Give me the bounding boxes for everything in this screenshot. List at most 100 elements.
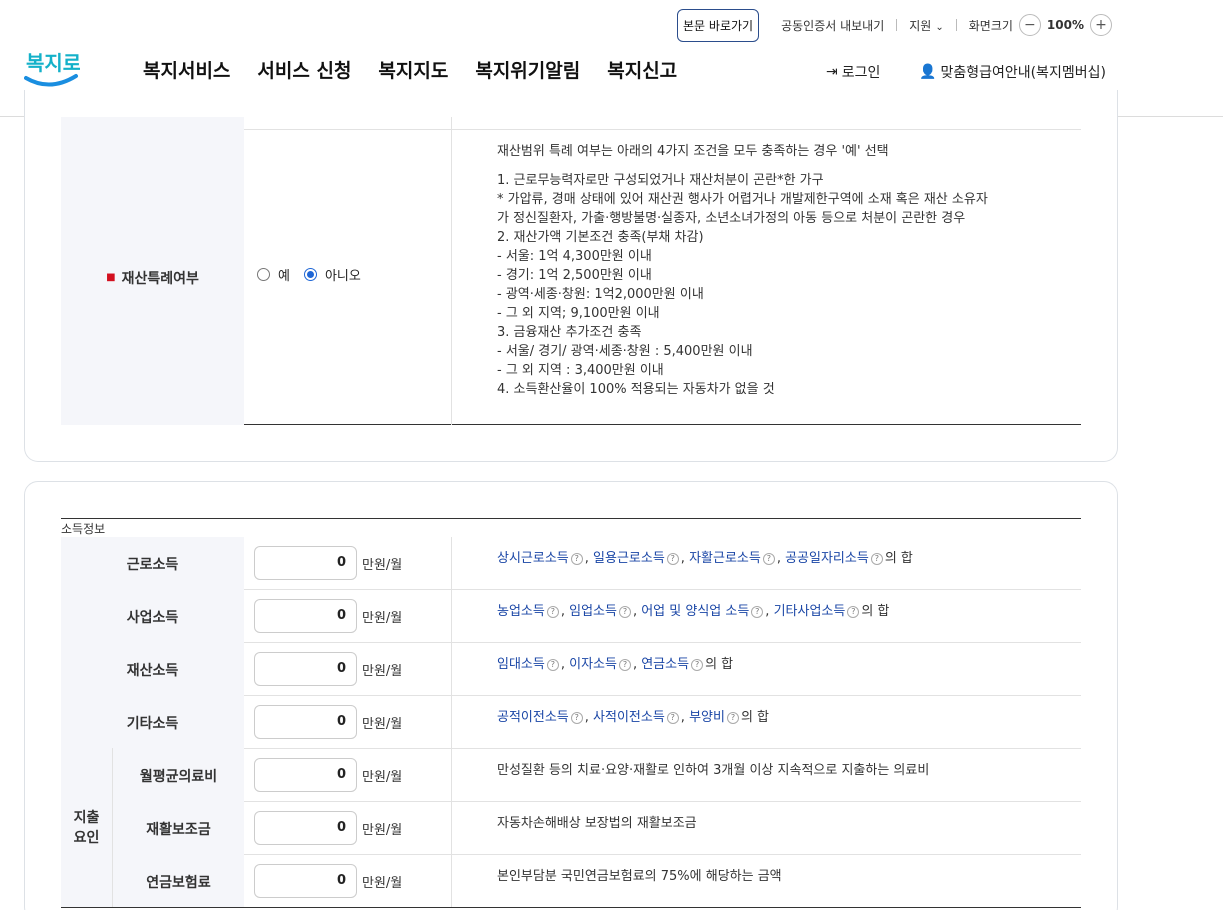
help-icon[interactable]: ? <box>618 606 631 618</box>
unit-label: 만원/월 <box>362 717 403 732</box>
divider <box>955 19 957 31</box>
property-special-label: ■ 재산특례여부 <box>61 130 244 425</box>
other-income-label: 기타소득 <box>61 696 244 749</box>
rehab-subsidy-input[interactable]: 0 <box>254 811 357 845</box>
user-plus-icon: 👤 <box>919 64 937 80</box>
help-link[interactable]: 연금소득 <box>641 657 689 672</box>
table-row: 연금보험료 0 만원/월 본인부담분 국민연금보험료의 75%에 해당하는 금액 <box>61 855 1081 908</box>
earned-income-input[interactable]: 0 <box>254 546 357 580</box>
bokjiro-logo[interactable]: 복지로 <box>24 44 81 92</box>
property-special-table: ■ 재산특례여부 예 아니오 재산범위 특례 여부는 아래의 4가지 조건을 모… <box>61 117 1081 425</box>
help-icon[interactable]: ? <box>751 606 764 618</box>
divider <box>896 19 898 31</box>
unit-label: 만원/월 <box>362 876 403 891</box>
help-icon[interactable]: ? <box>847 606 860 618</box>
zoom-level: 100% <box>1046 18 1084 32</box>
rehab-subsidy-label: 재활보조금 <box>113 802 244 855</box>
unit-label: 만원/월 <box>362 823 403 838</box>
unit-label: 만원/월 <box>362 664 403 679</box>
business-income-input[interactable]: 0 <box>254 599 357 633</box>
property-income-label: 재산소득 <box>61 643 244 696</box>
table-row: 사업소득 0 만원/월 농업소득?, 임업소득?, 어업 및 양식업 소득?, … <box>61 590 1081 643</box>
help-link[interactable]: 농업소득 <box>497 604 545 619</box>
help-icon[interactable]: ? <box>546 606 559 618</box>
help-icon[interactable]: ? <box>691 659 704 671</box>
table-row: 기타소득 0 만원/월 공적이전소득?, 사적이전소득?, 부양비? 의 합 <box>61 696 1081 749</box>
business-income-note: 농업소득?, 임업소득?, 어업 및 양식업 소득?, 기타사업소득? 의 합 <box>497 604 890 619</box>
main-nav: 복지서비스 서비스 신청 복지지도 복지위기알림 복지신고 <box>143 56 677 83</box>
support-menu[interactable]: 지원 ⌄ <box>909 17 943 34</box>
other-income-input[interactable]: 0 <box>254 705 357 739</box>
help-link[interactable]: 사적이전소득 <box>593 710 665 725</box>
table-row <box>61 117 1081 130</box>
help-icon[interactable]: ? <box>726 712 739 724</box>
support-label: 지원 <box>909 18 932 33</box>
help-link[interactable]: 부양비 <box>689 710 725 725</box>
help-link[interactable]: 자활근로소득 <box>689 551 761 566</box>
help-icon[interactable]: ? <box>762 553 775 565</box>
help-link[interactable]: 이자소득 <box>569 657 617 672</box>
help-icon[interactable]: ? <box>570 553 583 565</box>
radio-yes-label[interactable]: 예 <box>278 265 290 284</box>
help-link[interactable]: 어업 및 양식업 소득 <box>641 604 749 619</box>
pension-premium-label: 연금보험료 <box>113 855 244 908</box>
logo-text: 복지로 <box>26 51 80 75</box>
membership-link[interactable]: 👤 맞춤형급여안내(복지멤버십) <box>919 62 1106 82</box>
help-link[interactable]: 공적이전소득 <box>497 710 569 725</box>
table-row: 재산소득 0 만원/월 임대소득?, 이자소득?, 연금소득? 의 합 <box>61 643 1081 696</box>
other-income-note: 공적이전소득?, 사적이전소득?, 부양비? 의 합 <box>497 710 770 725</box>
nav-item-welfare-map[interactable]: 복지지도 <box>378 56 448 83</box>
property-income-note: 임대소득?, 이자소득?, 연금소득? 의 합 <box>497 657 734 672</box>
help-icon[interactable]: ? <box>546 659 559 671</box>
property-special-description: 재산범위 특례 여부는 아래의 4가지 조건을 모두 충족하는 경우 '예' 선… <box>497 144 988 397</box>
chevron-down-icon: ⌄ <box>935 21 944 33</box>
font-size-label: 화면크기 <box>968 18 1013 33</box>
help-icon[interactable]: ? <box>666 553 679 565</box>
help-link[interactable]: 공공일자리소득 <box>785 551 869 566</box>
medical-expense-input[interactable]: 0 <box>254 758 357 792</box>
unit-label: 만원/월 <box>362 558 403 573</box>
required-marker: ■ <box>106 272 116 283</box>
help-link[interactable]: 기타사업소득 <box>774 604 846 619</box>
skip-to-content-link[interactable]: 본문 바로가기 <box>677 8 760 42</box>
property-income-input[interactable]: 0 <box>254 652 357 686</box>
table-row: 월평균의료비 0 만원/월 만성질환 등의 치료·요양·재활로 인하여 3개월 … <box>61 749 1081 802</box>
income-caption: 소득정보 <box>61 518 1081 537</box>
nav-item-crisis-alert[interactable]: 복지위기알림 <box>475 56 580 83</box>
cert-export-link[interactable]: 공동인증서 내보내기 <box>781 17 884 34</box>
divider <box>61 907 1081 908</box>
login-icon: ⇥ <box>826 64 838 80</box>
nav-item-welfare-report[interactable]: 복지신고 <box>607 56 677 83</box>
rehab-subsidy-note: 자동차손해배상 보장법의 재활보조금 <box>497 816 697 831</box>
property-special-radio-group: 예 아니오 <box>257 265 361 284</box>
membership-label: 맞춤형급여안내(복지멤버십) <box>940 65 1106 81</box>
zoom-in-button[interactable]: + <box>1090 14 1112 36</box>
unit-label: 만원/월 <box>362 611 403 626</box>
radio-yes[interactable] <box>257 268 270 281</box>
earned-income-note: 상시근로소득?, 일용근로소득?, 자활근로소득?, 공공일자리소득? 의 합 <box>497 551 913 566</box>
help-link[interactable]: 일용근로소득 <box>593 551 665 566</box>
help-icon[interactable]: ? <box>666 712 679 724</box>
utility-bar: 본문 바로가기 공동인증서 내보내기 지원 ⌄ 화면크기 − 100% + <box>677 8 1118 42</box>
help-link[interactable]: 상시근로소득 <box>497 551 569 566</box>
help-icon[interactable]: ? <box>870 553 883 565</box>
table-row: 재활보조금 0 만원/월 자동차손해배상 보장법의 재활보조금 <box>61 802 1081 855</box>
expense-group-label: 지출요인 <box>61 748 113 908</box>
help-icon[interactable]: ? <box>570 712 583 724</box>
unit-label: 만원/월 <box>362 770 403 785</box>
logo-icon: 복지로 <box>24 51 81 87</box>
login-label: 로그인 <box>841 65 881 81</box>
business-income-label: 사업소득 <box>61 590 244 643</box>
zoom-out-button[interactable]: − <box>1018 14 1041 36</box>
pension-premium-note: 본인부담분 국민연금보험료의 75%에 해당하는 금액 <box>497 869 782 884</box>
nav-item-welfare-services[interactable]: 복지서비스 <box>143 56 230 83</box>
nav-item-service-apply[interactable]: 서비스 신청 <box>257 56 351 83</box>
radio-no-label[interactable]: 아니오 <box>325 265 361 284</box>
login-link[interactable]: ⇥ 로그인 <box>826 62 880 82</box>
earned-income-label: 근로소득 <box>61 537 244 590</box>
help-icon[interactable]: ? <box>618 659 631 671</box>
help-link[interactable]: 임업소득 <box>569 604 617 619</box>
help-link[interactable]: 임대소득 <box>497 657 545 672</box>
pension-premium-input[interactable]: 0 <box>254 864 357 898</box>
radio-no[interactable] <box>303 268 317 281</box>
